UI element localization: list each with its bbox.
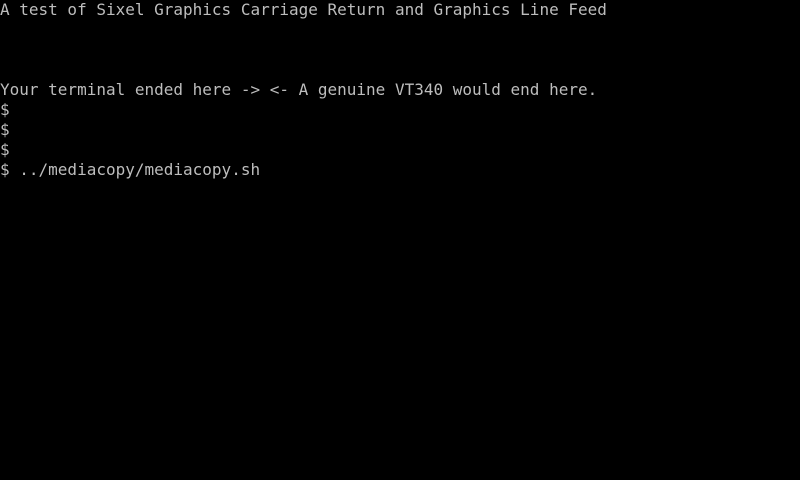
prompt-line: $ — [0, 100, 10, 119]
prompt-line: $ — [0, 140, 10, 159]
result-line: Your terminal ended here -> <- A genuine… — [0, 80, 598, 99]
command-line[interactable]: $ ../mediacopy/mediacopy.sh — [0, 160, 260, 180]
test-title-line: A test of Sixel Graphics Carriage Return… — [0, 0, 607, 19]
prompt-line: $ — [0, 120, 10, 139]
terminal-screen[interactable]: A test of Sixel Graphics Carriage Return… — [0, 0, 800, 480]
